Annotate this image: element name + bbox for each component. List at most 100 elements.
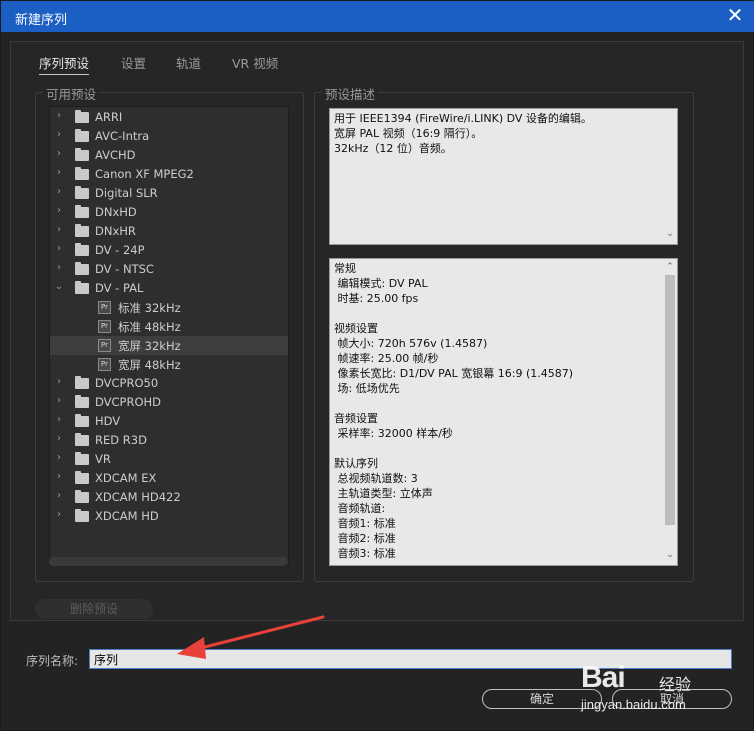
- folder-icon: [75, 110, 89, 123]
- folder-icon: [75, 148, 89, 161]
- description-line: [334, 396, 673, 411]
- preset-folder[interactable]: › AVCHD: [50, 146, 288, 165]
- preset-folder[interactable]: › DVCPRO50: [50, 374, 288, 393]
- preset-folder-label: DV - NTSC: [95, 262, 154, 276]
- preset-folder-label: AVCHD: [95, 148, 136, 162]
- chevron-right-icon[interactable]: ›: [54, 186, 64, 197]
- preset-tree[interactable]: › ARRI › AVC-Intra › AVCHD › Canon XF MPEG2 › Dig…: [49, 106, 289, 566]
- description-line: 默认序列: [334, 457, 378, 470]
- preset-item[interactable]: Pr 标准 32kHz: [50, 298, 288, 317]
- preset-folder[interactable]: › DNxHD: [50, 203, 288, 222]
- preset-item[interactable]: Pr 标准 48kHz: [50, 317, 288, 336]
- tab-vr-video[interactable]: VR 视频: [232, 53, 278, 72]
- folder-icon: [75, 281, 89, 294]
- preset-folder[interactable]: › XDCAM EX: [50, 469, 288, 488]
- description-line: 编辑模式: DV PAL: [334, 277, 428, 290]
- window-title: 新建序列: [15, 13, 68, 28]
- chevron-right-icon[interactable]: ›: [54, 490, 64, 501]
- chevron-right-icon[interactable]: ›: [54, 224, 64, 235]
- chevron-right-icon[interactable]: ›: [54, 395, 64, 406]
- preset-folder-label: Canon XF MPEG2: [95, 167, 194, 181]
- folder-icon: [75, 167, 89, 180]
- description-line: 主轨道类型: 立体声: [334, 487, 433, 500]
- preset-folder-label: Digital SLR: [95, 186, 158, 200]
- preset-item-label: 宽屏 32kHz: [118, 339, 181, 353]
- preset-folder-label: ARRI: [95, 110, 123, 124]
- description-line: 帧大小: 720h 576v (1.4587): [334, 337, 488, 350]
- description-line: 音频3: 标准: [334, 547, 396, 560]
- summary-text: 用于 IEEE1394 (FireWire/i.LINK) DV 设备的编辑。宽…: [334, 111, 673, 156]
- scroll-down-icon[interactable]: ⌄: [665, 548, 675, 563]
- new-sequence-dialog: 新建序列 ✕ 序列预设 设置 轨道 VR 视频 可用预设 › ARRI › AVC-I…: [0, 0, 754, 731]
- description-line: 常规: [334, 262, 356, 275]
- preset-folder[interactable]: › VR: [50, 450, 288, 469]
- chevron-right-icon[interactable]: ›: [54, 167, 64, 178]
- folder-icon: [75, 509, 89, 522]
- delete-preset-button[interactable]: 删除预设: [35, 599, 153, 619]
- description-line: [334, 441, 673, 456]
- preset-folder[interactable]: › Digital SLR: [50, 184, 288, 203]
- preset-folder[interactable]: › DV - 24P: [50, 241, 288, 260]
- folder-icon: [75, 129, 89, 142]
- chevron-down-icon[interactable]: ⌄: [54, 281, 64, 292]
- scroll-down-icon[interactable]: ⌄: [665, 227, 675, 242]
- preset-folder-label: XDCAM HD422: [95, 490, 181, 504]
- description-line: 用于 IEEE1394 (FireWire/i.LINK) DV 设备的编辑。: [334, 112, 592, 125]
- preset-item[interactable]: Pr 宽屏 48kHz: [50, 355, 288, 374]
- chevron-right-icon[interactable]: ›: [54, 414, 64, 425]
- preset-tree-scrollbar[interactable]: [49, 557, 287, 566]
- folder-icon: [75, 186, 89, 199]
- chevron-right-icon[interactable]: ›: [54, 376, 64, 387]
- chevron-right-icon[interactable]: ›: [54, 471, 64, 482]
- folder-icon: [75, 224, 89, 237]
- summary-scrollbar[interactable]: ⌄: [663, 109, 677, 244]
- preset-item-label: 标准 48kHz: [118, 320, 181, 334]
- folder-icon: [75, 262, 89, 275]
- preset-folder[interactable]: › ARRI: [50, 108, 288, 127]
- scroll-up-icon[interactable]: ⌃: [665, 260, 675, 275]
- details-scroll-thumb[interactable]: [665, 275, 675, 525]
- tab-tracks[interactable]: 轨道: [176, 53, 201, 72]
- preset-folder[interactable]: › DVCPROHD: [50, 393, 288, 412]
- folder-icon: [75, 376, 89, 389]
- details-scrollbar[interactable]: ⌃ ⌄: [663, 259, 677, 565]
- preset-folder[interactable]: › RED R3D: [50, 431, 288, 450]
- chevron-right-icon[interactable]: ›: [54, 262, 64, 273]
- tab-settings[interactable]: 设置: [121, 53, 146, 72]
- preset-folder[interactable]: › Canon XF MPEG2: [50, 165, 288, 184]
- premiere-preset-icon: Pr: [98, 320, 111, 333]
- folder-icon: [75, 452, 89, 465]
- preset-description-label: 预设描述: [322, 84, 379, 103]
- close-icon[interactable]: ✕: [725, 5, 745, 26]
- premiere-preset-icon: Pr: [98, 358, 111, 371]
- preset-folder[interactable]: › XDCAM HD422: [50, 488, 288, 507]
- description-details-box: 常规 编辑模式: DV PAL 时基: 25.00 fps 视频设置 帧大小: 7…: [329, 258, 678, 566]
- preset-folder-label: RED R3D: [95, 433, 147, 447]
- preset-folder-label: DV - PAL: [95, 281, 144, 295]
- preset-folder[interactable]: › XDCAM HD: [50, 507, 288, 526]
- tab-sequence-presets[interactable]: 序列预设: [39, 53, 90, 75]
- description-line: 音频1: 标准: [334, 517, 396, 530]
- chevron-right-icon[interactable]: ›: [54, 509, 64, 520]
- chevron-right-icon[interactable]: ›: [54, 243, 64, 254]
- watermark-url: jingyan.baidu.com: [581, 697, 686, 712]
- description-line: 像素长宽比: D1/DV PAL 宽银幕 16:9 (1.4587): [334, 367, 574, 380]
- description-line: 采样率: 32000 样本/秒: [334, 427, 453, 440]
- premiere-preset-icon: Pr: [98, 301, 111, 314]
- preset-item-label: 标准 32kHz: [118, 301, 181, 315]
- preset-folder[interactable]: › DV - NTSC: [50, 260, 288, 279]
- preset-item[interactable]: Pr 宽屏 32kHz: [50, 336, 288, 355]
- chevron-right-icon[interactable]: ›: [54, 205, 64, 216]
- folder-icon: [75, 414, 89, 427]
- chevron-right-icon[interactable]: ›: [54, 433, 64, 444]
- preset-folder[interactable]: ⌄ DV - PAL: [50, 279, 288, 298]
- chevron-right-icon[interactable]: ›: [54, 110, 64, 121]
- preset-folder[interactable]: › HDV: [50, 412, 288, 431]
- chevron-right-icon[interactable]: ›: [54, 452, 64, 463]
- preset-folder[interactable]: › AVC-Intra: [50, 127, 288, 146]
- chevron-right-icon[interactable]: ›: [54, 148, 64, 159]
- chevron-right-icon[interactable]: ›: [54, 129, 64, 140]
- preset-folder[interactable]: › DNxHR: [50, 222, 288, 241]
- preset-folder-label: AVC-Intra: [95, 129, 150, 143]
- preset-folder-label: DVCPROHD: [95, 395, 162, 409]
